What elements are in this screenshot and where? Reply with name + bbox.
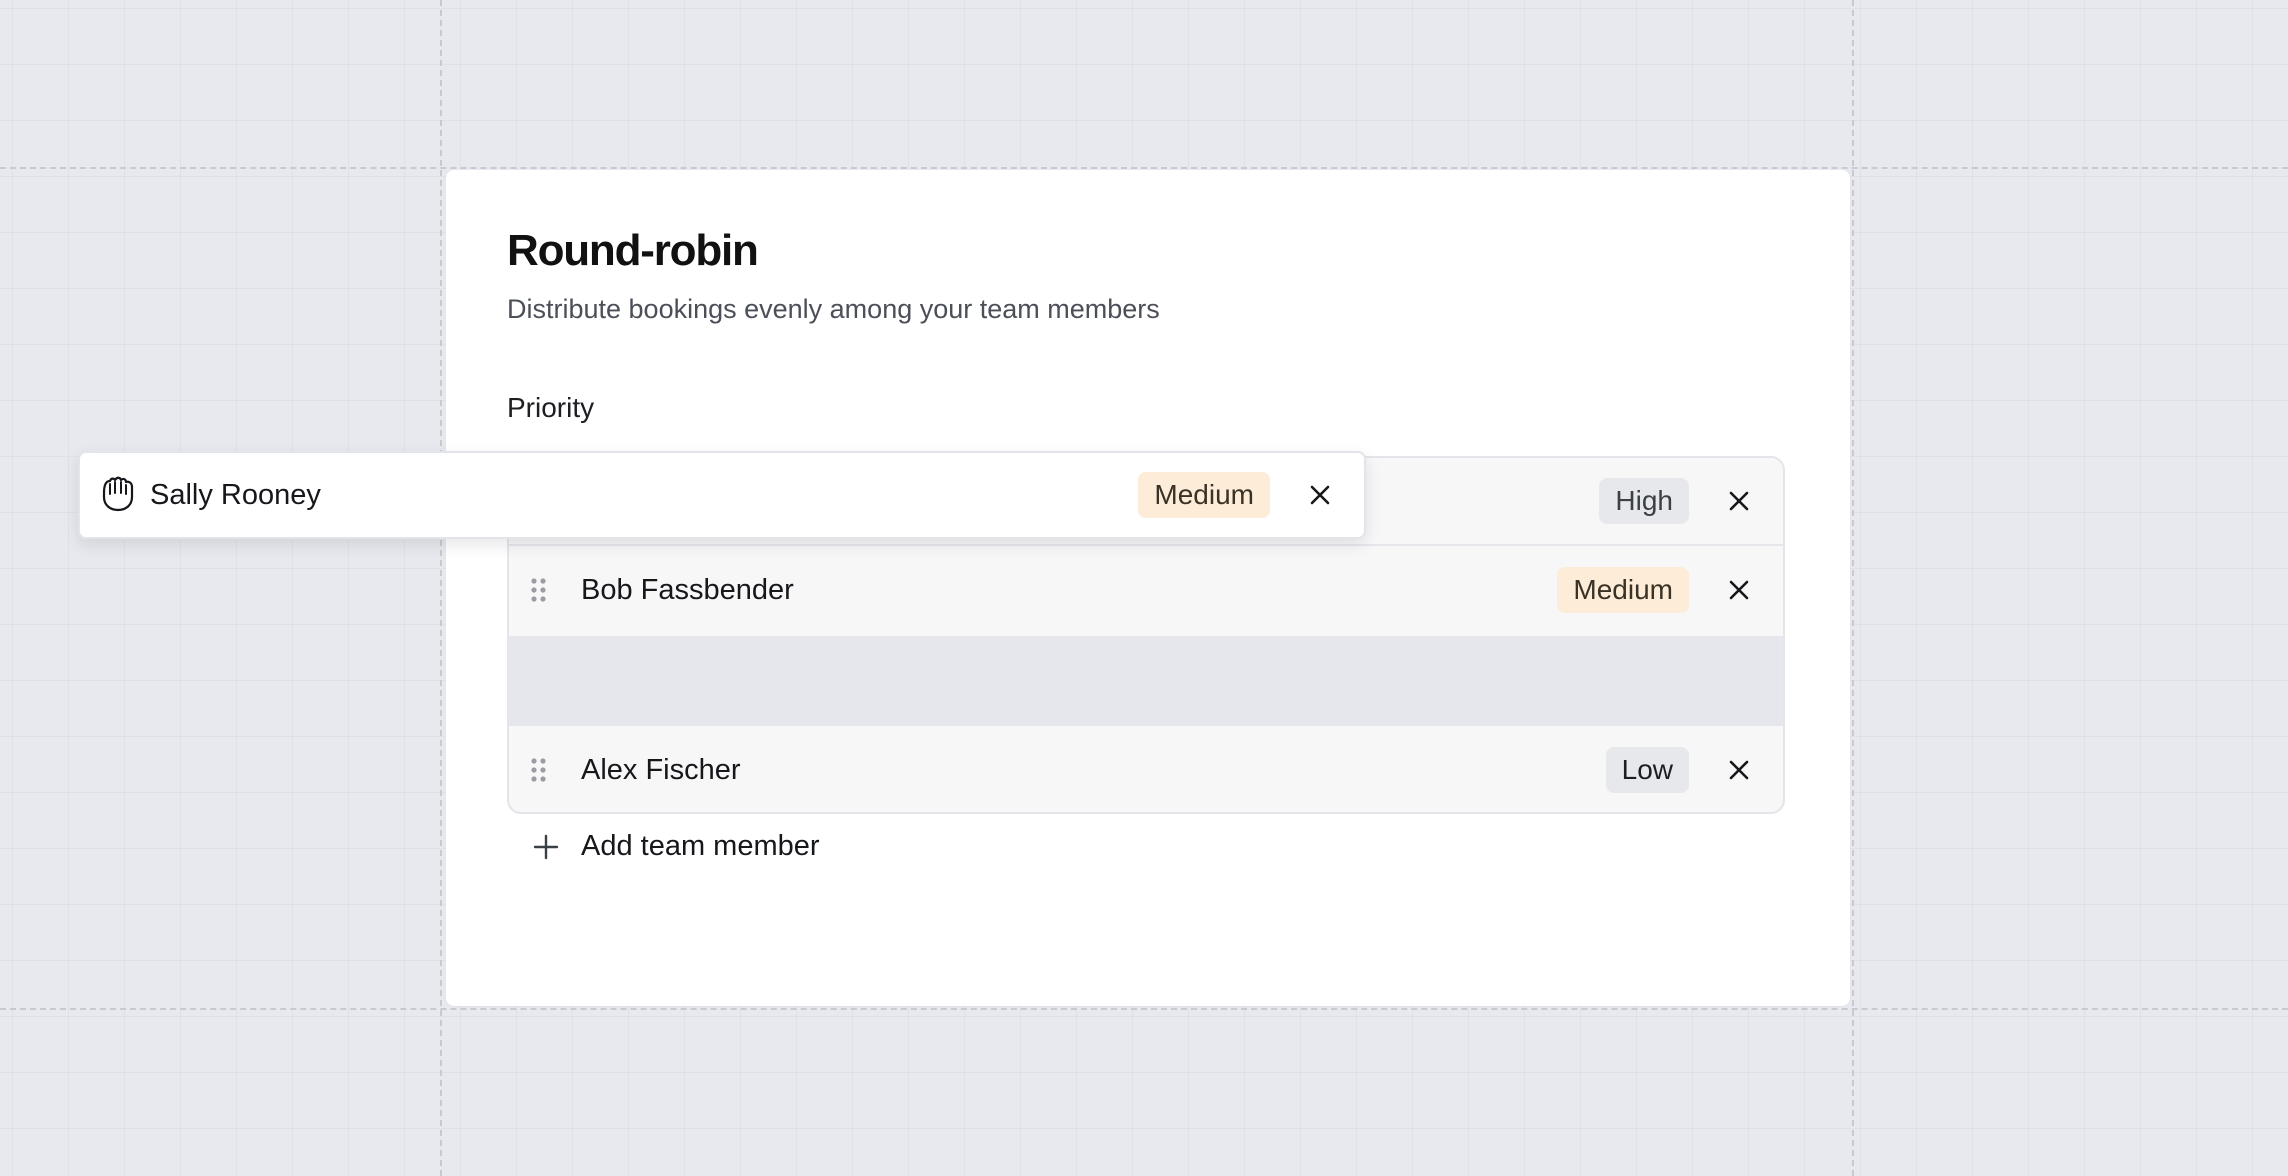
guide-line-left	[440, 0, 442, 1176]
member-name: Bob Fassbender	[581, 573, 794, 606]
close-icon[interactable]	[1725, 576, 1753, 604]
add-team-member-label: Add team member	[581, 830, 820, 862]
priority-badge[interactable]: Medium	[1138, 472, 1270, 518]
priority-badge[interactable]: Low	[1605, 747, 1689, 793]
list-item[interactable]: Bob Fassbender Medium	[509, 546, 1783, 634]
guide-line-bottom	[0, 1008, 2288, 1010]
member-name: Sally Rooney	[150, 478, 321, 511]
dragging-list-item[interactable]: Sally Rooney Medium	[78, 451, 1366, 539]
member-name: Alex Fischer	[581, 753, 741, 786]
plus-icon	[533, 834, 559, 859]
page-subtitle: Distribute bookings evenly among your te…	[507, 294, 1160, 324]
page-title: Round-robin	[507, 226, 759, 275]
list-item[interactable]: Alex Fischer Low	[509, 726, 1783, 812]
drag-handle-icon[interactable]	[529, 576, 549, 604]
priority-badge[interactable]: High	[1599, 478, 1689, 524]
add-team-member-button[interactable]: Add team member	[533, 830, 820, 863]
close-icon[interactable]	[1306, 481, 1334, 509]
priority-badge[interactable]: Medium	[1557, 567, 1689, 613]
guide-line-top	[0, 167, 2288, 169]
guide-line-right	[1852, 0, 1854, 1176]
drop-placeholder	[509, 636, 1783, 726]
close-icon[interactable]	[1725, 756, 1753, 784]
drag-handle-icon[interactable]	[529, 756, 549, 784]
round-robin-card: Round-robin Distribute bookings evenly a…	[446, 170, 1850, 1006]
grab-hand-icon[interactable]	[96, 475, 140, 515]
close-icon[interactable]	[1725, 487, 1753, 515]
priority-label: Priority	[507, 392, 595, 423]
